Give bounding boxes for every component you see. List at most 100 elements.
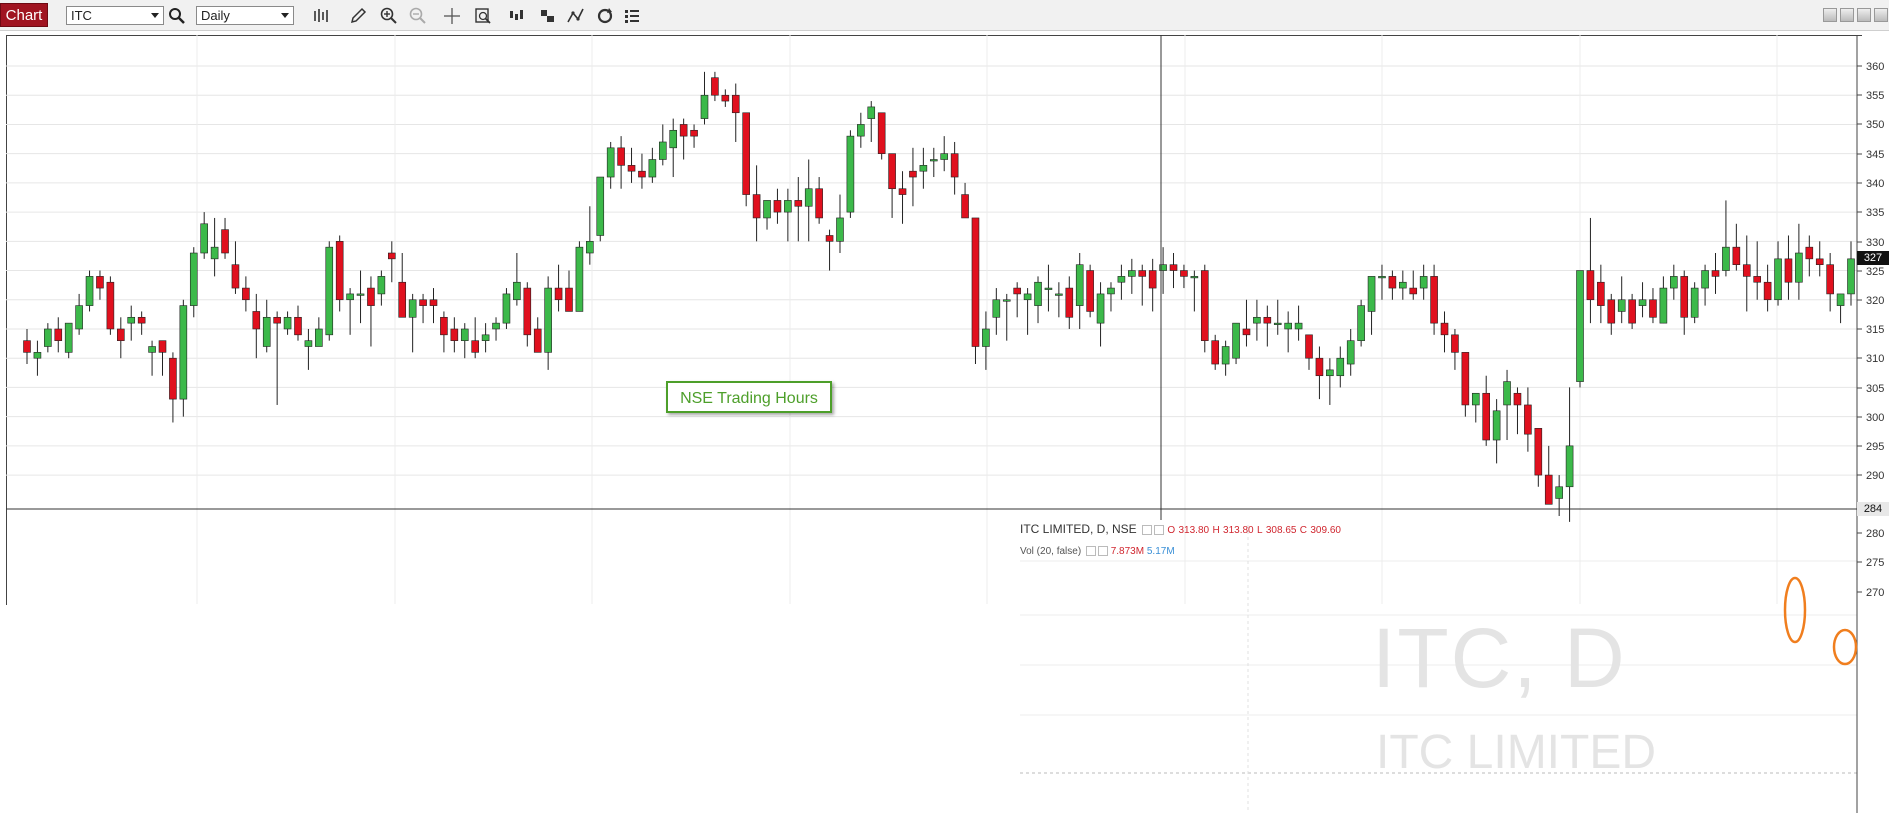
candle (502, 288, 511, 329)
candle (1128, 258, 1136, 294)
candle (1784, 235, 1793, 300)
candle (1534, 428, 1543, 487)
candle-body (450, 328, 459, 341)
candle-body (1555, 486, 1563, 499)
candle-body (1732, 246, 1741, 265)
candle (304, 328, 313, 370)
candle-body (679, 124, 688, 137)
candle (1649, 288, 1657, 324)
candle (419, 293, 427, 324)
candle-body (1232, 322, 1240, 359)
candle-body (763, 200, 771, 219)
candle-body (575, 246, 584, 312)
candle-body (586, 241, 594, 254)
candle-body (731, 94, 740, 114)
candle (1273, 299, 1282, 335)
candle-body (617, 147, 625, 166)
trading-hours-annotation[interactable]: NSE Trading Hours (666, 381, 832, 413)
candle-body (1086, 270, 1094, 312)
volume-settings-icon[interactable] (1085, 546, 1096, 557)
candle-body (137, 316, 146, 324)
candle-body (1148, 270, 1157, 289)
candle (742, 112, 750, 207)
y-tick-label: 280 (1866, 528, 1884, 540)
candle-body (419, 299, 427, 306)
candle-body (1221, 346, 1230, 365)
candle-body (815, 188, 823, 219)
candle (54, 317, 63, 353)
candle-body (1534, 428, 1543, 476)
candle-body (1305, 334, 1313, 359)
candle-body (523, 287, 532, 336)
candle (398, 253, 407, 318)
candle (606, 141, 615, 189)
candle (96, 270, 104, 300)
candle-body (919, 165, 928, 172)
candle-body (1284, 322, 1292, 330)
legend-open: 313.80 (1178, 525, 1210, 536)
candle (189, 247, 198, 318)
legend-close: 309.60 (1310, 525, 1341, 536)
candle-body (1273, 322, 1282, 325)
candle (325, 241, 334, 341)
candle-body (1722, 246, 1730, 271)
candle-body (1065, 287, 1074, 318)
candle (429, 288, 438, 324)
candle-body (1430, 276, 1438, 324)
candle (367, 276, 375, 347)
candle (575, 241, 584, 312)
candle (1670, 264, 1678, 300)
candle-body (606, 147, 615, 178)
candle-body (554, 287, 563, 301)
candle-body (1023, 293, 1032, 301)
candle (731, 83, 740, 142)
candle (231, 241, 240, 294)
candle (877, 112, 886, 160)
candle-body (1190, 276, 1199, 279)
candle-body (909, 170, 917, 178)
candle-body (346, 293, 354, 301)
candle-body (1742, 264, 1751, 277)
candle (1419, 264, 1428, 300)
candle (1023, 288, 1032, 335)
candle (1253, 299, 1261, 341)
candle-body (1357, 305, 1365, 341)
candle (23, 328, 31, 365)
candle (961, 182, 969, 219)
candle-body (784, 200, 792, 213)
candle (898, 171, 907, 224)
candle-body (294, 316, 302, 336)
candle (1659, 276, 1668, 324)
candle-body (1847, 258, 1855, 295)
candle-body (1836, 293, 1845, 306)
candle-body (1263, 316, 1272, 324)
candle-body (1690, 287, 1699, 318)
candle (1065, 276, 1074, 329)
candle-body (867, 106, 876, 119)
candle-body (1680, 276, 1689, 318)
candle (1326, 358, 1334, 405)
candle-body (210, 246, 219, 260)
candle (1732, 223, 1741, 271)
y-axis: 360 355 350 345 340 335 330 325 320 315 310 305 300 2… (1856, 35, 1884, 813)
candle-body (804, 188, 813, 207)
candle-body (1346, 340, 1355, 365)
candle-body (982, 328, 990, 347)
volume-close-icon[interactable] (1097, 546, 1108, 557)
candle (846, 130, 855, 218)
candle (971, 217, 980, 365)
candle-body (1461, 352, 1470, 406)
candle (1180, 264, 1188, 289)
candle (627, 147, 636, 183)
candle-body (658, 141, 667, 160)
candle-body (669, 129, 678, 149)
candle-body (1628, 299, 1636, 324)
candle (1221, 340, 1230, 376)
candle-body (1128, 270, 1136, 277)
candle (1315, 346, 1324, 400)
legend-close-icon[interactable] (1154, 524, 1165, 535)
legend-settings-icon[interactable] (1142, 524, 1153, 535)
candle-body (200, 223, 208, 254)
candle-body (54, 328, 63, 341)
y-tick-label: 320 (1866, 295, 1884, 307)
